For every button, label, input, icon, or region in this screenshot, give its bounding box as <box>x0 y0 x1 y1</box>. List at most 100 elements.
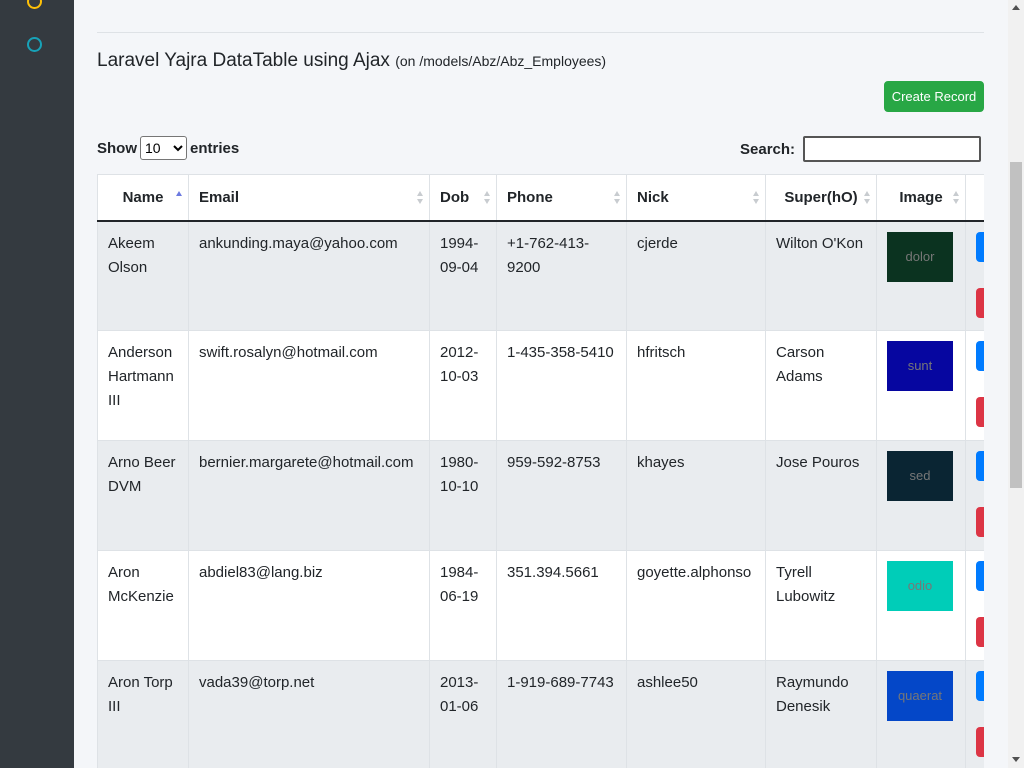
image-thumbnail: odio <box>887 561 953 611</box>
image-thumbnail: quaerat <box>887 671 953 721</box>
image-thumbnail-text: odio <box>907 578 933 593</box>
page-title: Laravel Yajra DataTable using Ajax (on /… <box>97 50 606 72</box>
show-label: Show <box>97 139 137 157</box>
page-title-text: Laravel Yajra DataTable using Ajax <box>97 50 390 71</box>
cell-super: Jose Pouros <box>765 440 877 551</box>
cell-name: Akeem Olson <box>97 220 189 331</box>
edit-button[interactable] <box>976 561 984 591</box>
cell-actions <box>965 660 984 768</box>
circle-icon[interactable] <box>27 0 42 9</box>
column-header-actions <box>965 174 984 222</box>
cell-image: sunt <box>876 330 966 441</box>
edit-button[interactable] <box>976 451 984 481</box>
cell-super: Raymundo Denesik <box>765 660 877 768</box>
edit-button[interactable] <box>976 231 984 262</box>
cell-dob: 1984-06-19 <box>429 550 497 661</box>
cell-phone: 959-592-8753 <box>496 440 627 551</box>
delete-button[interactable] <box>976 727 984 757</box>
sort-icon <box>864 191 871 205</box>
cell-phone: 1-919-689-7743 <box>496 660 627 768</box>
cell-name: Anderson Hartmann III <box>97 330 189 441</box>
column-header-dob[interactable]: Dob <box>429 174 497 222</box>
cell-nick: cjerde <box>626 220 766 331</box>
cell-nick: ashlee50 <box>626 660 766 768</box>
sort-icon <box>953 191 960 205</box>
image-thumbnail: sed <box>887 451 953 501</box>
entries-length-control: Show 10 entries <box>97 136 239 160</box>
cell-email: swift.rosalyn@hotmail.com <box>188 330 430 441</box>
delete-button[interactable] <box>976 287 984 318</box>
scrollbar-thumb[interactable] <box>1010 162 1022 488</box>
cell-name: Aron McKenzie <box>97 550 189 661</box>
entries-length-select[interactable]: 10 <box>140 136 187 160</box>
search-control: Search: <box>740 136 982 162</box>
table-row: Akeem Olson ankunding.maya@yahoo.com 199… <box>97 220 984 331</box>
cell-super: Wilton O'Kon <box>765 220 877 331</box>
main-content: Laravel Yajra DataTable using Ajax (on /… <box>74 0 1008 768</box>
edit-button[interactable] <box>976 341 984 371</box>
edit-button[interactable] <box>976 671 984 701</box>
delete-button[interactable] <box>976 507 984 537</box>
sidebar <box>0 0 74 768</box>
cell-name: Aron Torp III <box>97 660 189 768</box>
cell-phone: 351.394.5661 <box>496 550 627 661</box>
image-thumbnail-text: quaerat <box>897 688 943 703</box>
sort-icon <box>614 191 621 205</box>
column-header-email[interactable]: Email <box>188 174 430 222</box>
cell-image: dolor <box>876 220 966 331</box>
cell-email: vada39@torp.net <box>188 660 430 768</box>
cell-nick: goyette.alphonso <box>626 550 766 661</box>
cell-email: ankunding.maya@yahoo.com <box>188 220 430 331</box>
table-wrapper: Name Email Dob Phone Nick Super(hO) Imag… <box>97 174 984 768</box>
table-row: Aron Torp III vada39@torp.net 2013-01-06… <box>97 660 984 768</box>
sort-icon <box>753 191 760 205</box>
scroll-down-arrow-icon[interactable] <box>1012 757 1020 762</box>
column-header-super[interactable]: Super(hO) <box>765 174 877 222</box>
circle-icon[interactable] <box>27 37 42 52</box>
cell-email: bernier.margarete@hotmail.com <box>188 440 430 551</box>
cell-actions <box>965 550 984 661</box>
cell-super: Carson Adams <box>765 330 877 441</box>
page-scrollbar[interactable] <box>1008 0 1024 768</box>
cell-image: quaerat <box>876 660 966 768</box>
search-input[interactable] <box>803 136 982 162</box>
cell-image: odio <box>876 550 966 661</box>
employees-table: Name Email Dob Phone Nick Super(hO) Imag… <box>97 174 984 768</box>
column-header-image[interactable]: Image <box>876 174 966 222</box>
cell-super: Tyrell Lubowitz <box>765 550 877 661</box>
page-subtitle: (on /models/Abz/Abz_Employees) <box>395 53 607 69</box>
cell-nick: hfritsch <box>626 330 766 441</box>
cell-actions <box>965 440 984 551</box>
table-row: Aron McKenzie abdiel83@lang.biz 1984-06-… <box>97 550 984 661</box>
cell-dob: 1980-10-10 <box>429 440 497 551</box>
cell-actions <box>965 220 984 331</box>
cell-email: abdiel83@lang.biz <box>188 550 430 661</box>
image-thumbnail-text: sed <box>909 468 931 483</box>
image-thumbnail-text: sunt <box>907 358 933 373</box>
cell-dob: 2012-10-03 <box>429 330 497 441</box>
cell-phone: +1-762-413-9200 <box>496 220 627 331</box>
search-label: Search: <box>740 140 796 158</box>
cell-image: sed <box>876 440 966 551</box>
table-row: Arno Beer DVM bernier.margarete@hotmail.… <box>97 440 984 551</box>
column-header-name[interactable]: Name <box>97 174 189 222</box>
cell-phone: 1-435-358-5410 <box>496 330 627 441</box>
cell-dob: 1994-09-04 <box>429 220 497 331</box>
divider <box>97 32 984 33</box>
image-thumbnail-text: dolor <box>905 248 935 264</box>
create-record-button[interactable]: Create Record <box>884 81 984 112</box>
cell-actions <box>965 330 984 441</box>
sort-icon <box>484 191 491 205</box>
column-header-phone[interactable]: Phone <box>496 174 627 222</box>
cell-nick: khayes <box>626 440 766 551</box>
delete-button[interactable] <box>976 617 984 647</box>
cell-dob: 2013-01-06 <box>429 660 497 768</box>
delete-button[interactable] <box>976 397 984 427</box>
scroll-up-arrow-icon[interactable] <box>1012 5 1020 10</box>
table-row: Anderson Hartmann III swift.rosalyn@hotm… <box>97 330 984 441</box>
entries-label: entries <box>190 139 240 157</box>
cell-name: Arno Beer DVM <box>97 440 189 551</box>
column-header-nick[interactable]: Nick <box>626 174 766 222</box>
table-header-row: Name Email Dob Phone Nick Super(hO) Imag… <box>97 174 984 222</box>
sort-asc-icon <box>176 191 183 205</box>
